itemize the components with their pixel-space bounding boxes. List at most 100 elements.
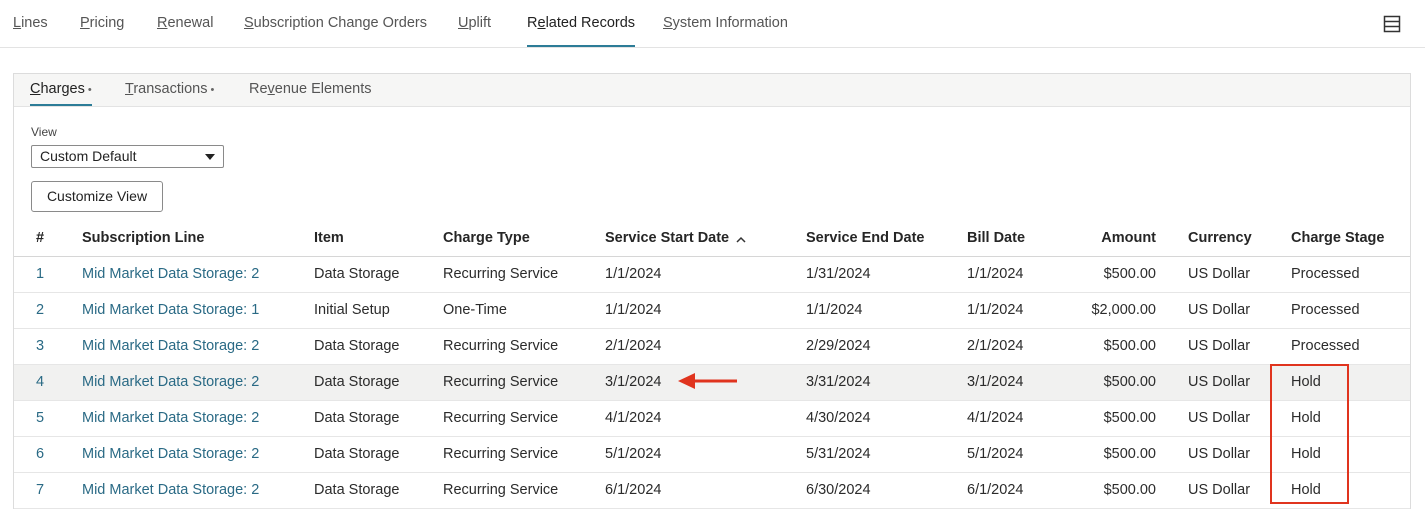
- bill-date-cell: 1/1/2024: [967, 266, 1024, 282]
- row-number-link[interactable]: 6: [36, 437, 44, 472]
- charge-stage-cell: Hold: [1291, 374, 1321, 390]
- column-header-amount[interactable]: Amount: [1101, 221, 1156, 256]
- subtab-mnemonic: v: [267, 81, 275, 97]
- subtab-revenue-elements[interactable]: Revenue Elements: [249, 74, 372, 106]
- row-number-link[interactable]: 2: [36, 293, 44, 328]
- column-header-service-end-date[interactable]: Service End Date: [806, 221, 924, 256]
- amount-cell: $500.00: [1103, 482, 1156, 498]
- table-row: 3 Mid Market Data Storage: 2 Data Storag…: [14, 329, 1410, 365]
- subtab-indicator-dot: •: [210, 84, 215, 96]
- subscription-line-link[interactable]: Mid Market Data Storage: 2: [82, 365, 259, 400]
- subtab-bar: Charges • Transactions • Revenue Elements: [14, 74, 1410, 107]
- tab-label-part: enewal: [167, 15, 214, 31]
- service-end-date-cell: 4/30/2024: [806, 410, 871, 426]
- tab-renewal[interactable]: Renewal: [157, 0, 213, 47]
- subscription-line-link[interactable]: Mid Market Data Storage: 2: [82, 329, 259, 364]
- sort-ascending-icon[interactable]: [736, 236, 746, 243]
- amount-cell: $500.00: [1103, 266, 1156, 282]
- amount-cell: $500.00: [1103, 410, 1156, 426]
- row-number-link[interactable]: 1: [36, 257, 44, 292]
- subtab-mnemonic: C: [30, 81, 41, 97]
- row-number-link[interactable]: 4: [36, 365, 44, 400]
- column-header-number[interactable]: #: [36, 221, 44, 256]
- tab-label-part: plift: [468, 15, 492, 31]
- charge-type-cell: Recurring Service: [443, 446, 559, 462]
- subtab-label-part: enue Elements: [274, 81, 372, 97]
- table-row: 1 Mid Market Data Storage: 2 Data Storag…: [14, 257, 1410, 293]
- tab-label-part: R: [527, 15, 538, 31]
- column-header-charge-stage[interactable]: Charge Stage: [1291, 221, 1384, 256]
- tab-subscription-change-orders[interactable]: Subscription Change Orders: [244, 0, 427, 47]
- tab-mnemonic: L: [13, 15, 22, 31]
- currency-cell: US Dollar: [1188, 338, 1251, 354]
- charge-type-cell: Recurring Service: [443, 410, 559, 426]
- table-header-row: # Subscription Line Item Charge Type Ser…: [14, 221, 1410, 257]
- charge-type-cell: Recurring Service: [443, 374, 559, 390]
- charge-stage-cell: Processed: [1291, 338, 1360, 354]
- subscription-line-link[interactable]: Mid Market Data Storage: 2: [82, 473, 259, 508]
- tab-label-part: ystem Information: [672, 15, 788, 31]
- tab-lines[interactable]: Lines: [13, 0, 48, 47]
- charge-type-cell: One-Time: [443, 302, 507, 318]
- amount-cell: $500.00: [1103, 374, 1156, 390]
- tab-mnemonic: S: [244, 15, 254, 31]
- table-row: 6 Mid Market Data Storage: 2 Data Storag…: [14, 437, 1410, 473]
- tab-label-part: ricing: [89, 15, 125, 31]
- currency-cell: US Dollar: [1188, 302, 1251, 318]
- row-number-link[interactable]: 3: [36, 329, 44, 364]
- service-start-date-cell: 3/1/2024: [605, 374, 662, 390]
- tab-mnemonic: P: [80, 15, 90, 31]
- view-select[interactable]: Custom Default: [31, 145, 224, 168]
- column-header-item[interactable]: Item: [314, 221, 344, 256]
- tab-related-records[interactable]: Related Records: [527, 0, 636, 47]
- customize-view-button[interactable]: Customize View: [31, 181, 163, 212]
- subtab-transactions[interactable]: Transactions •: [125, 74, 214, 106]
- currency-cell: US Dollar: [1188, 410, 1251, 426]
- charge-stage-cell: Hold: [1291, 482, 1321, 498]
- currency-cell: US Dollar: [1188, 446, 1251, 462]
- tab-label-part: ubscription Change Orders: [253, 15, 427, 31]
- charge-stage-cell: Hold: [1291, 410, 1321, 426]
- bill-date-cell: 1/1/2024: [967, 302, 1024, 318]
- table-row: 7 Mid Market Data Storage: 2 Data Storag…: [14, 473, 1410, 509]
- tab-pricing[interactable]: Pricing: [80, 0, 124, 47]
- column-header-bill-date[interactable]: Bill Date: [967, 221, 1025, 256]
- charge-stage-cell: Processed: [1291, 266, 1360, 282]
- tab-label-part: ines: [21, 15, 48, 31]
- record-tab-bar: Lines Pricing Renewal Subscription Chang…: [0, 0, 1425, 48]
- subtab-label-part: harges: [40, 81, 85, 97]
- item-cell: Data Storage: [314, 374, 400, 390]
- subscription-line-link[interactable]: Mid Market Data Storage: 2: [82, 437, 259, 472]
- tab-mnemonic: e: [537, 15, 546, 31]
- bill-date-cell: 5/1/2024: [967, 446, 1024, 462]
- item-cell: Data Storage: [314, 410, 400, 426]
- tab-label-part: lated Records: [545, 15, 636, 31]
- row-number-link[interactable]: 5: [36, 401, 44, 436]
- subtab-charges[interactable]: Charges •: [30, 74, 92, 106]
- subscription-line-link[interactable]: Mid Market Data Storage: 1: [82, 293, 259, 328]
- hamburger-menu-icon[interactable]: [1383, 15, 1401, 33]
- service-end-date-cell: 1/31/2024: [806, 266, 871, 282]
- column-header-subscription-line[interactable]: Subscription Line: [82, 221, 204, 256]
- service-end-date-cell: 5/31/2024: [806, 446, 871, 462]
- item-cell: Data Storage: [314, 482, 400, 498]
- column-header-service-start-date[interactable]: Service Start Date: [605, 221, 729, 256]
- item-cell: Data Storage: [314, 446, 400, 462]
- column-header-currency[interactable]: Currency: [1188, 221, 1252, 256]
- tab-system-information[interactable]: System Information: [663, 0, 788, 47]
- tab-mnemonic: U: [458, 15, 469, 31]
- bill-date-cell: 6/1/2024: [967, 482, 1024, 498]
- subscription-line-link[interactable]: Mid Market Data Storage: 2: [82, 401, 259, 436]
- table-row: 5 Mid Market Data Storage: 2 Data Storag…: [14, 401, 1410, 437]
- subtab-label-part: Re: [249, 81, 268, 97]
- amount-cell: $500.00: [1103, 446, 1156, 462]
- item-cell: Initial Setup: [314, 302, 390, 318]
- column-header-charge-type[interactable]: Charge Type: [443, 221, 530, 256]
- charges-table: # Subscription Line Item Charge Type Ser…: [14, 221, 1410, 509]
- tab-uplift[interactable]: Uplift: [458, 0, 491, 47]
- row-number-link[interactable]: 7: [36, 473, 44, 508]
- subscription-line-link[interactable]: Mid Market Data Storage: 2: [82, 257, 259, 292]
- chevron-down-icon: [205, 154, 215, 160]
- amount-cell: $500.00: [1103, 338, 1156, 354]
- service-end-date-cell: 2/29/2024: [806, 338, 871, 354]
